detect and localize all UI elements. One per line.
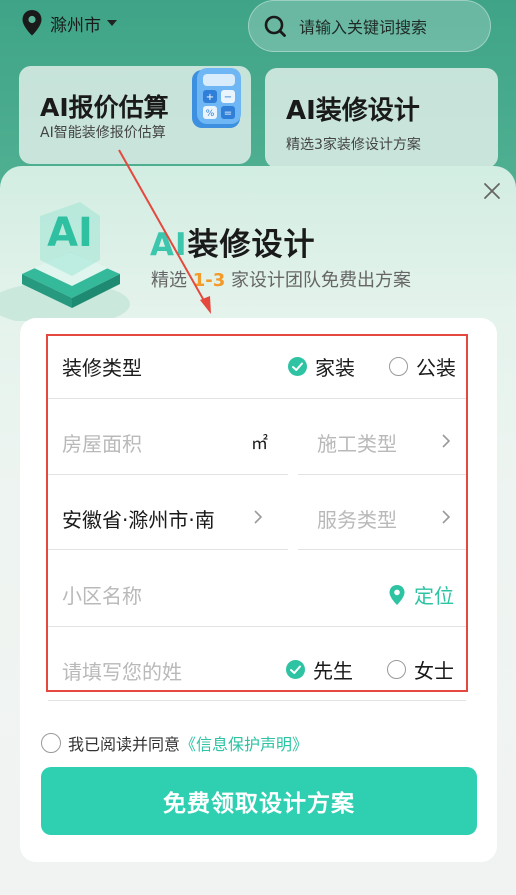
chevron-right-icon: [442, 510, 451, 524]
svg-text:=: =: [224, 108, 232, 119]
agreement-text: 我已阅读并同意: [68, 735, 181, 754]
locate-button[interactable]: 定位: [388, 580, 454, 609]
divider: [48, 549, 288, 550]
svg-text:+: +: [206, 92, 214, 103]
option-ms[interactable]: 女士: [387, 655, 454, 684]
radio-checked-icon: [288, 357, 307, 376]
chevron-down-icon: [107, 20, 117, 26]
modal-subtitle: 精选 1-3 家设计团队免费出方案: [151, 266, 411, 292]
radio-unchecked-icon: [389, 357, 408, 376]
city-name: 滁州市: [50, 15, 101, 36]
modal-title-ai: AI: [150, 227, 188, 263]
ai-quote-title: AI报价估算: [40, 93, 169, 122]
location-pin-icon: [22, 10, 42, 36]
ai-quote-subtitle: AI智能装修报价估算: [40, 125, 166, 141]
location-selector[interactable]: 滁州市: [20, 9, 117, 37]
construction-type-select[interactable]: 施工类型: [317, 428, 397, 457]
search-icon: [264, 15, 286, 37]
svg-text:−: −: [224, 92, 232, 103]
svg-text:%: %: [206, 109, 215, 119]
modal-subtitle-post: 家设计团队免费出方案: [225, 270, 411, 291]
modal-subtitle-highlight: 1-3: [192, 270, 226, 291]
ai-chip-illustration: AI: [0, 202, 130, 321]
divider: [48, 398, 466, 399]
option-mr[interactable]: 先生: [286, 655, 353, 684]
radio-checked-icon: [286, 660, 305, 679]
modal-title: AI装修设计: [150, 219, 316, 264]
area-unit: ㎡: [251, 434, 268, 454]
locate-label: 定位: [414, 584, 454, 608]
search-placeholder: 请输入关键词搜索: [299, 18, 428, 37]
ai-design-card[interactable]: AI装修设计 精选3家装修设计方案: [265, 68, 498, 168]
calculator-icon: + − % =: [192, 68, 241, 128]
modal-title-rest: 装修设计: [187, 227, 316, 263]
address-select[interactable]: 安徽省·滁州市·南: [62, 504, 215, 533]
divider: [298, 474, 466, 475]
option-mr-label: 先生: [313, 659, 353, 683]
location-pin-icon: [389, 584, 405, 605]
option-public[interactable]: 公装: [389, 352, 456, 381]
option-home-label: 家装: [315, 356, 355, 380]
divider: [48, 626, 466, 627]
surname-input[interactable]: 请填写您的姓: [62, 656, 182, 685]
option-home[interactable]: 家装: [288, 352, 355, 381]
submit-button[interactable]: 免费领取设计方案: [41, 767, 477, 835]
decoration-type-label: 装修类型: [62, 356, 142, 380]
agreement-row[interactable]: 我已阅读并同意 《信息保护声明》: [41, 731, 308, 755]
area-input[interactable]: 房屋面积: [62, 428, 142, 457]
divider: [48, 474, 288, 475]
modal-subtitle-pre: 精选: [151, 270, 193, 291]
chevron-right-icon: [254, 510, 263, 524]
ai-graphic-text: AI: [47, 210, 93, 256]
search-bar[interactable]: 请输入关键词搜索: [248, 0, 491, 52]
service-type-select[interactable]: 服务类型: [317, 504, 397, 533]
community-input[interactable]: 小区名称: [62, 580, 142, 609]
ai-design-subtitle: 精选3家装修设计方案: [286, 137, 421, 153]
chevron-right-icon: [442, 434, 451, 448]
close-icon[interactable]: [483, 182, 501, 200]
option-ms-label: 女士: [414, 659, 454, 683]
option-public-label: 公装: [416, 356, 456, 380]
agreement-checkbox[interactable]: [41, 733, 61, 753]
privacy-policy-link[interactable]: 《信息保护声明》: [180, 731, 308, 755]
divider: [298, 549, 466, 550]
divider: [48, 700, 466, 701]
ai-design-title: AI装修设计: [286, 96, 420, 126]
radio-unchecked-icon: [387, 660, 406, 679]
top-header: 滁州市 请输入关键词搜索: [0, 0, 516, 60]
